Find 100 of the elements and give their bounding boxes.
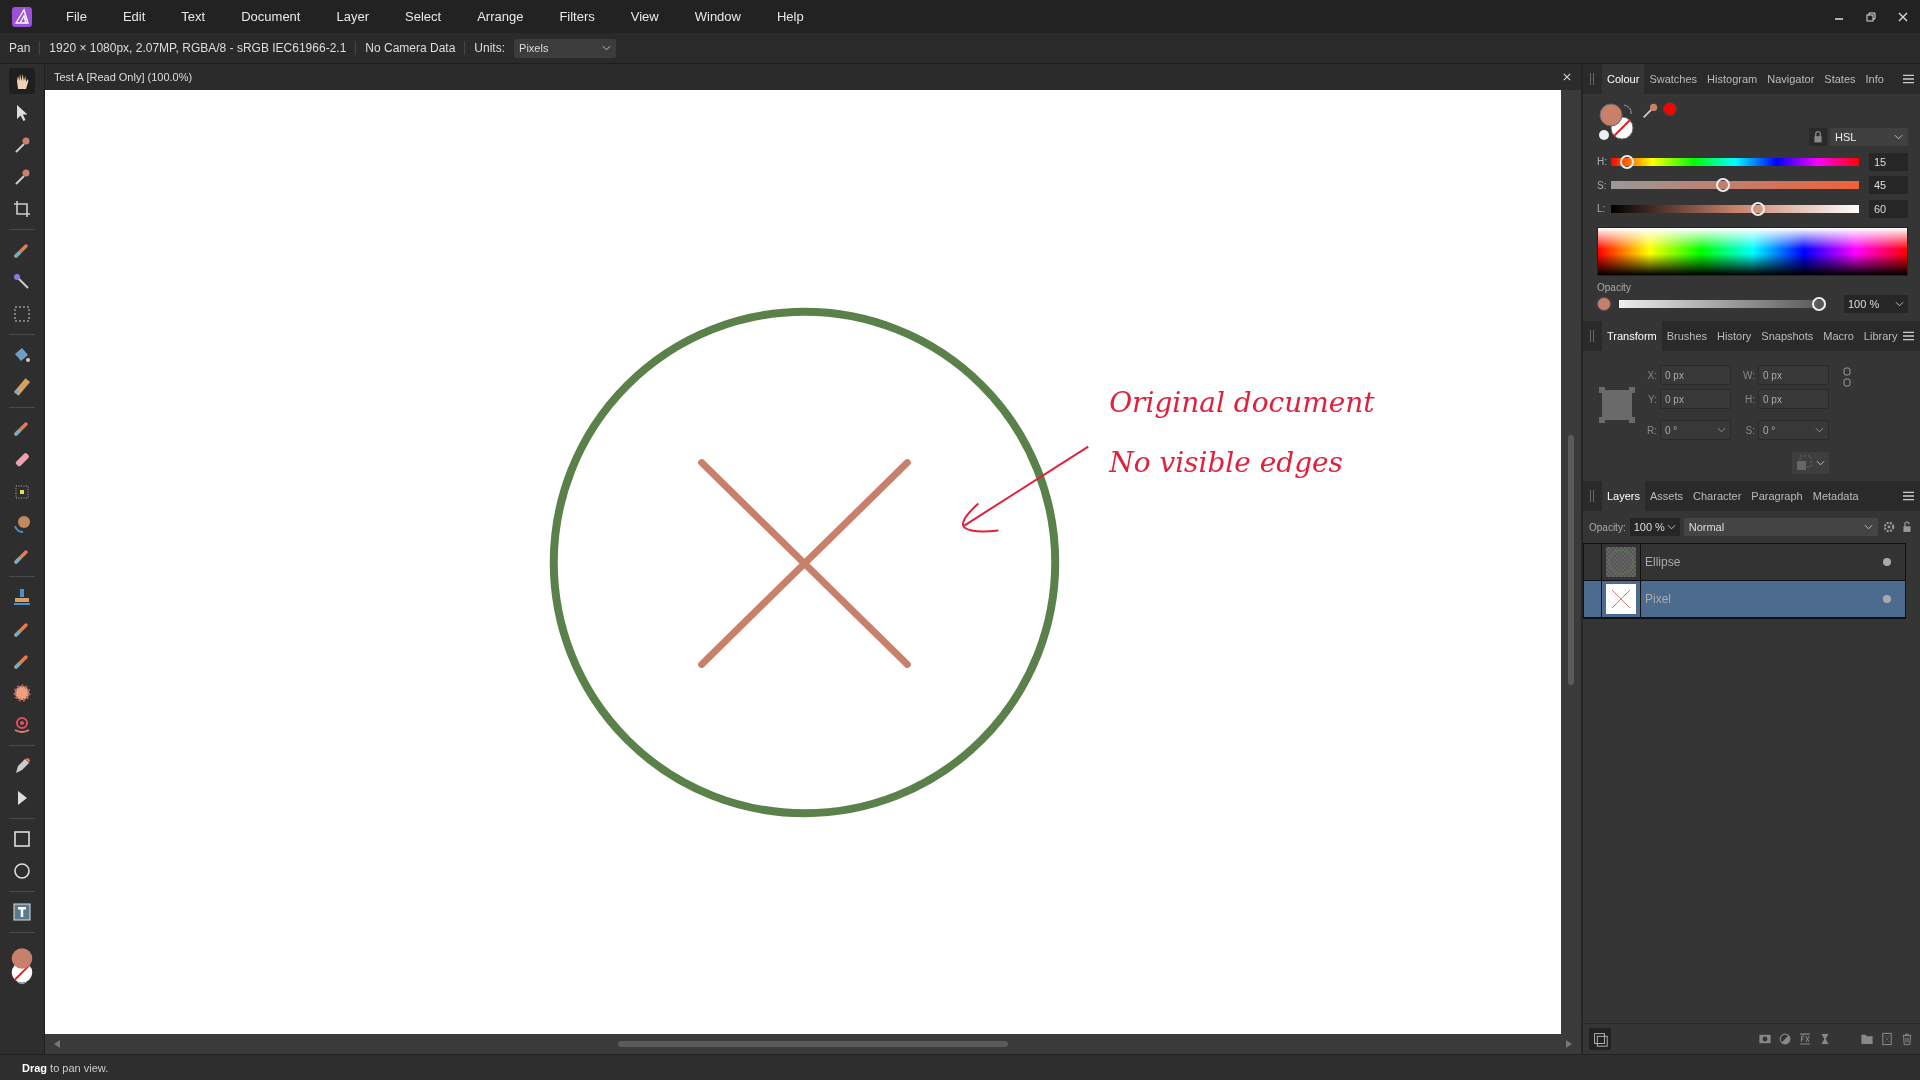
grip-icon[interactable]: [1590, 330, 1594, 342]
chevron-icon: [1815, 427, 1824, 433]
colour-swatches-icon[interactable]: [1597, 102, 1637, 142]
menu-item[interactable]: Filters: [537, 9, 609, 24]
panel-tab[interactable]: Histogram: [1702, 64, 1763, 94]
checkered-page-icon[interactable]: [1880, 1032, 1894, 1046]
menu-icon[interactable]: [1903, 491, 1914, 501]
menu-item[interactable]: Edit: [100, 9, 160, 24]
input-field[interactable]: 0 px: [1660, 365, 1731, 385]
opacity-label: Opacity:: [1589, 521, 1626, 533]
menu-item[interactable]: Help: [754, 9, 818, 24]
menu-item[interactable]: Document: [219, 9, 315, 24]
slider-label: S:: [1597, 179, 1608, 191]
menu-item[interactable]: Window: [672, 9, 755, 24]
input-field[interactable]: 0 px: [1758, 365, 1829, 385]
value-field[interactable]: 60: [1869, 200, 1908, 218]
panel-tab[interactable]: Swatches: [1644, 64, 1703, 94]
folder-icon[interactable]: [1860, 1032, 1874, 1046]
layer-row[interactable]: Ellipse: [1584, 544, 1905, 581]
effects-icon[interactable]: [1798, 1032, 1812, 1046]
colour-model-dropdown[interactable]: HSL: [1830, 128, 1908, 146]
input-field[interactable]: 0 px: [1660, 389, 1731, 409]
value-dropdown[interactable]: 0 °: [1660, 420, 1731, 440]
pipette-icon[interactable]: [1641, 102, 1659, 120]
visibility-dot[interactable]: [1883, 558, 1891, 566]
colour-spectrum[interactable]: [1597, 226, 1908, 276]
panel-tab[interactable]: States: [1819, 64, 1861, 94]
link-icon[interactable]: [1843, 367, 1851, 387]
blend-mode-dropdown[interactable]: Normal: [1683, 518, 1878, 536]
value-field[interactable]: 15: [1869, 152, 1908, 171]
opacity-dropdown[interactable]: 100 %: [1629, 518, 1680, 536]
scroll-right-icon[interactable]: [1565, 1040, 1573, 1048]
chevron-icon: [602, 45, 612, 51]
menu-item[interactable]: Layer: [314, 9, 383, 24]
scrollbar-thumb[interactable]: [618, 1041, 1008, 1047]
restore-icon[interactable]: [1866, 11, 1876, 22]
colour-slider[interactable]: [1611, 178, 1859, 193]
panel-tab[interactable]: Assets: [1645, 481, 1689, 511]
menu-item[interactable]: File: [46, 9, 101, 24]
annotation-text: Original document: [1109, 385, 1375, 419]
trash-icon[interactable]: [1900, 1032, 1914, 1046]
input-field[interactable]: 0 px: [1758, 389, 1829, 409]
colour-dot: [1597, 297, 1611, 311]
panel-tab[interactable]: History: [1712, 321, 1757, 351]
close-icon[interactable]: [1563, 73, 1571, 81]
colour-slider[interactable]: [1611, 154, 1859, 169]
grip-icon[interactable]: [1590, 490, 1594, 502]
menu-item[interactable]: Select: [383, 9, 456, 24]
annotation-text: No visible edges: [1109, 445, 1343, 479]
opacity-slider[interactable]: [1619, 297, 1826, 311]
panel-tab[interactable]: Macro: [1818, 321, 1859, 351]
lock-icon[interactable]: [1809, 128, 1827, 146]
half-circle-icon[interactable]: [1778, 1032, 1792, 1046]
panel-tab[interactable]: Transform: [1602, 321, 1662, 351]
scrollbar-thumb[interactable]: [1568, 435, 1574, 685]
settings-icon[interactable]: [1882, 520, 1896, 534]
grip-icon[interactable]: [1590, 73, 1594, 85]
opacity-dropdown[interactable]: 100 %: [1844, 295, 1908, 313]
field-label: Y:: [1647, 393, 1657, 405]
hand-icon[interactable]: [9, 68, 35, 94]
visibility-dot[interactable]: [1883, 595, 1891, 603]
field-label: W:: [1741, 369, 1755, 381]
field-label: X:: [1646, 369, 1657, 381]
chevron-icon: [1717, 427, 1726, 433]
panel-tab[interactable]: Snapshots: [1756, 321, 1819, 351]
panel-tab[interactable]: Paragraph: [1746, 481, 1808, 511]
close-icon[interactable]: [1898, 11, 1908, 22]
layer-name: Pixel: [1640, 581, 1883, 617]
panel-tab[interactable]: Character: [1688, 481, 1747, 511]
value-field[interactable]: 45: [1869, 176, 1908, 195]
menu-icon[interactable]: [1903, 331, 1914, 341]
canvas[interactable]: Original document No visible edges: [45, 90, 1561, 1034]
stacked-squares-icon[interactable]: [1589, 1028, 1611, 1050]
mask-icon[interactable]: [1758, 1032, 1772, 1046]
field-label: H:: [1744, 393, 1755, 405]
panel-tab[interactable]: Info: [1860, 64, 1889, 94]
document-title[interactable]: Test A [Read Only] (100.0%): [54, 71, 193, 83]
panel-tab[interactable]: Brushes: [1661, 321, 1713, 351]
panel-tab[interactable]: Library: [1858, 321, 1903, 351]
value-dropdown[interactable]: 0 °: [1758, 420, 1829, 440]
slider-thumb[interactable]: [1812, 297, 1826, 311]
menu-icon[interactable]: [1903, 74, 1914, 84]
panel-tab[interactable]: Layers: [1602, 481, 1646, 511]
menu-item[interactable]: Text: [159, 9, 220, 24]
units-dropdown[interactable]: Pixels: [514, 38, 617, 58]
panel-tab[interactable]: Metadata: [1807, 481, 1864, 511]
scroll-left-icon[interactable]: [53, 1040, 61, 1048]
menu-item[interactable]: Arrange: [455, 9, 538, 24]
tool-name: Pan: [8, 41, 32, 55]
slider-thumb[interactable]: [1716, 178, 1731, 193]
panel-tab[interactable]: Colour: [1602, 64, 1645, 94]
picked-colour-dot[interactable]: [1663, 102, 1677, 116]
colour-slider[interactable]: [1611, 202, 1859, 216]
field-label: S:: [1744, 424, 1755, 436]
panel-tab[interactable]: Navigator: [1762, 64, 1820, 94]
app-logo-icon: [12, 6, 32, 27]
menu-item[interactable]: View: [608, 9, 673, 24]
chevron-icon: [1894, 134, 1903, 140]
slider-thumb[interactable]: [1751, 202, 1766, 216]
slider-thumb[interactable]: [1620, 154, 1635, 169]
